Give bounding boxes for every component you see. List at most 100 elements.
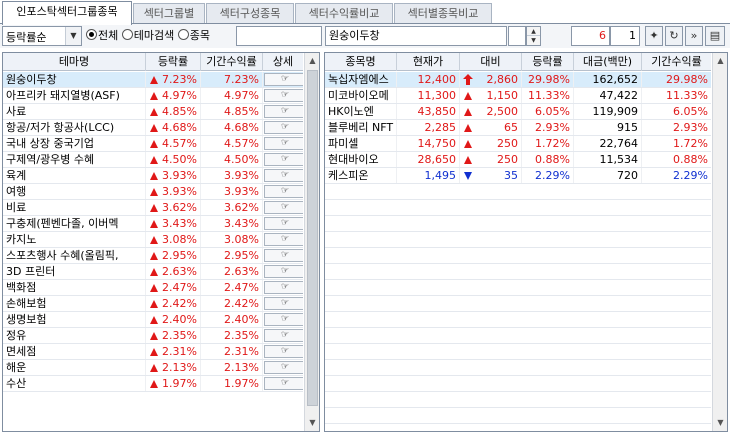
- radio-all-label[interactable]: 전체: [98, 29, 118, 42]
- detail-button[interactable]: ☞: [264, 249, 303, 262]
- table-row[interactable]: 구제역/광우병 수혜 4.50% 4.50% ☞: [3, 152, 303, 168]
- table-row[interactable]: 스포츠행사 수혜(올림픽, 2.95% 2.95% ☞: [3, 248, 303, 264]
- spin-up-icon[interactable]: ▲: [527, 27, 540, 36]
- detail-button[interactable]: ☞: [264, 345, 303, 358]
- radio-theme-search[interactable]: [121, 29, 133, 40]
- detail-button[interactable]: ☞: [264, 265, 303, 278]
- table-row[interactable]: 해운 2.13% 2.13% ☞: [3, 360, 303, 376]
- empty-row: [325, 264, 711, 280]
- detail-cell: ☞: [263, 280, 303, 295]
- empty-row: [325, 360, 711, 376]
- scroll-thumb[interactable]: [307, 70, 318, 406]
- change-rate-value: 4.68%: [162, 121, 197, 134]
- detail-button[interactable]: ☞: [264, 281, 303, 294]
- detail-button[interactable]: ☞: [264, 169, 303, 182]
- table-row[interactable]: 생명보험 2.40% 2.40% ☞: [3, 312, 303, 328]
- theme-table-scrollbar[interactable]: ▲ ▼: [304, 53, 319, 431]
- search-input[interactable]: [236, 26, 322, 46]
- detail-button[interactable]: ☞: [264, 313, 303, 326]
- scroll-down-icon[interactable]: ▼: [713, 415, 727, 431]
- header-change-rate[interactable]: 등락률: [146, 53, 201, 71]
- header-period-return[interactable]: 기간수익률: [201, 53, 263, 71]
- memo-icon[interactable]: ▤: [705, 26, 725, 46]
- detail-button[interactable]: ☞: [264, 201, 303, 214]
- detail-button[interactable]: ☞: [264, 217, 303, 230]
- tab-sector-return-compare[interactable]: 섹터수익률비교: [295, 3, 393, 24]
- page-current-field[interactable]: 6: [571, 26, 610, 46]
- change-rate-cell: 2.31%: [146, 344, 201, 359]
- table-row[interactable]: 현대바이오 28,650 250 0.88% 11,534 0.88%: [325, 152, 711, 168]
- table-row[interactable]: 구충제(펜벤다졸, 이버멕 3.43% 3.43% ☞: [3, 216, 303, 232]
- scroll-up-icon[interactable]: ▲: [713, 53, 727, 69]
- detail-button[interactable]: ☞: [264, 377, 303, 390]
- header-diff[interactable]: 대비: [460, 53, 522, 71]
- stock-table-header: 종목명 현재가 대비 등락률 대금(백만) 기간수익률: [325, 53, 711, 71]
- detail-button[interactable]: ☞: [264, 121, 303, 134]
- header-amount[interactable]: 대금(백만): [574, 53, 642, 71]
- refresh-icon[interactable]: ↻: [665, 26, 683, 46]
- detail-cell: ☞: [263, 88, 303, 103]
- table-row[interactable]: 육계 3.93% 3.93% ☞: [3, 168, 303, 184]
- tab-sector-stock-compare[interactable]: 섹터별종목비교: [394, 3, 492, 24]
- page-step-field[interactable]: 1: [610, 26, 640, 46]
- header-price[interactable]: 현재가: [397, 53, 460, 71]
- spin-down-icon[interactable]: ▼: [527, 36, 540, 45]
- selected-theme-field[interactable]: 원숭이두창: [325, 26, 507, 46]
- theme-spinner[interactable]: ▲ ▼: [526, 26, 541, 46]
- detail-button[interactable]: ☞: [264, 329, 303, 342]
- up-triangle-icon: [150, 92, 158, 100]
- detail-button[interactable]: ☞: [264, 137, 303, 150]
- header-rate[interactable]: 등락률: [522, 53, 574, 71]
- table-row[interactable]: 사료 4.85% 4.85% ☞: [3, 104, 303, 120]
- table-row[interactable]: 정유 2.35% 2.35% ☞: [3, 328, 303, 344]
- detail-button[interactable]: ☞: [264, 233, 303, 246]
- table-row[interactable]: 3D 프린터 2.63% 2.63% ☞: [3, 264, 303, 280]
- radio-all[interactable]: [86, 29, 97, 40]
- tab-sector-components[interactable]: 섹터구성종목: [206, 3, 294, 24]
- table-row[interactable]: 여행 3.93% 3.93% ☞: [3, 184, 303, 200]
- up-triangle-icon: [150, 172, 158, 180]
- table-row[interactable]: 블루베리 NFT 2,285 65 2.93% 915 2.93%: [325, 120, 711, 136]
- empty-row: [325, 280, 711, 296]
- tab-sector-group[interactable]: 섹터그룹별: [133, 3, 205, 24]
- radio-stock[interactable]: [177, 29, 189, 40]
- detail-button[interactable]: ☞: [264, 73, 303, 86]
- stock-table-scrollbar[interactable]: ▲ ▼: [712, 53, 727, 431]
- change-rate-value: 3.08%: [162, 233, 197, 246]
- table-row[interactable]: 카지노 3.08% 3.08% ☞: [3, 232, 303, 248]
- table-row[interactable]: 항공/저가 항공사(LCC) 4.68% 4.68% ☞: [3, 120, 303, 136]
- detail-cell: ☞: [263, 136, 303, 151]
- scroll-up-icon[interactable]: ▲: [305, 53, 319, 69]
- detail-button[interactable]: ☞: [264, 105, 303, 118]
- table-row[interactable]: 원숭이두창 7.23% 7.23% ☞: [3, 72, 303, 88]
- detail-button[interactable]: ☞: [264, 361, 303, 374]
- table-row[interactable]: 국내 상장 중국기업 4.57% 4.57% ☞: [3, 136, 303, 152]
- radio-theme-search-label[interactable]: 테마검색: [134, 29, 174, 42]
- detail-button[interactable]: ☞: [264, 153, 303, 166]
- header-stock-name[interactable]: 종목명: [325, 53, 397, 71]
- table-row[interactable]: 아프리카 돼지열병(ASF) 4.97% 4.97% ☞: [3, 88, 303, 104]
- table-row[interactable]: 손해보험 2.42% 2.42% ☞: [3, 296, 303, 312]
- detail-button[interactable]: ☞: [264, 297, 303, 310]
- scroll-down-icon[interactable]: ▼: [305, 415, 319, 431]
- table-row[interactable]: 미코바이오메 11,300 1,150 11.33% 47,422 11.33%: [325, 88, 711, 104]
- radio-stock-label[interactable]: 종목: [190, 29, 210, 42]
- table-row[interactable]: 백화점 2.47% 2.47% ☞: [3, 280, 303, 296]
- sort-select[interactable]: 등락률순 ▼: [2, 26, 82, 46]
- table-row[interactable]: 수산 1.97% 1.97% ☞: [3, 376, 303, 392]
- table-row[interactable]: 비료 3.62% 3.62% ☞: [3, 200, 303, 216]
- table-row[interactable]: 면세점 2.31% 2.31% ☞: [3, 344, 303, 360]
- next-icon[interactable]: »: [685, 26, 703, 46]
- table-row[interactable]: 파미셀 14,750 250 1.72% 22,764 1.72%: [325, 136, 711, 152]
- settings-icon[interactable]: ✦: [645, 26, 663, 46]
- header-period-return[interactable]: 기간수익률: [642, 53, 711, 71]
- table-row[interactable]: 녹십자엠에스 12,400 2,860 29.98% 162,652 29.98%: [325, 72, 711, 88]
- table-row[interactable]: 케스피온 1,495 35 2.29% 720 2.29%: [325, 168, 711, 184]
- table-row[interactable]: HK이노엔 43,850 2,500 6.05% 119,909 6.05%: [325, 104, 711, 120]
- detail-button[interactable]: ☞: [264, 185, 303, 198]
- detail-button[interactable]: ☞: [264, 89, 303, 102]
- toolbar: 등락률순 ▼ 전체 테마검색 종목 원숭이두창 ▲ ▼ 6 1 ✦ ↻ » ▤: [0, 24, 730, 48]
- blank-field[interactable]: [508, 26, 526, 46]
- header-theme-name[interactable]: 테마명: [3, 53, 146, 71]
- tab-infostock-sector-group[interactable]: 인포스탁섹터그룹종목: [2, 1, 132, 25]
